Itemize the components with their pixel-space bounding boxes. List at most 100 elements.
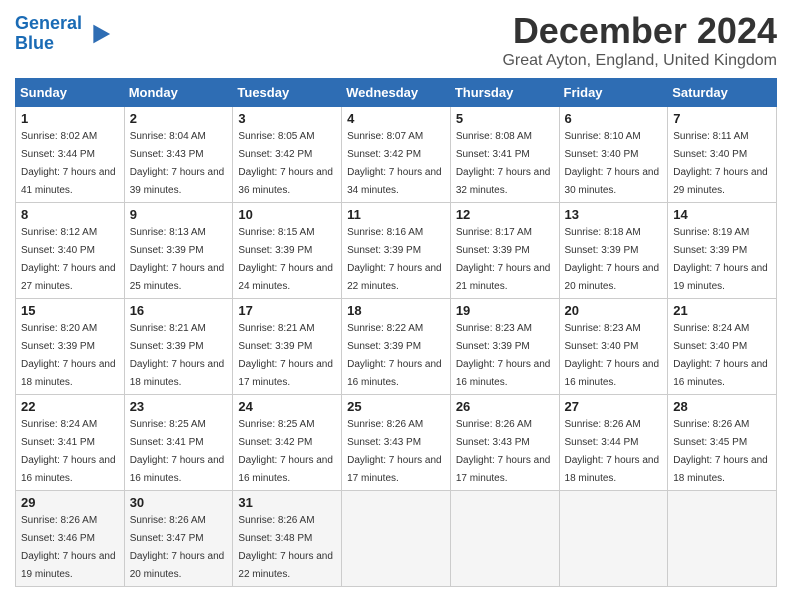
calendar-header-row: SundayMondayTuesdayWednesdayThursdayFrid… — [16, 79, 777, 107]
day-info: Sunrise: 8:12 AMSunset: 3:40 PMDaylight:… — [21, 227, 116, 292]
logo-icon — [84, 20, 112, 48]
day-info: Sunrise: 8:19 AMSunset: 3:39 PMDaylight:… — [673, 227, 768, 292]
calendar-cell — [559, 491, 668, 587]
calendar-cell: 15 Sunrise: 8:20 AMSunset: 3:39 PMDaylig… — [16, 299, 125, 395]
day-number: 26 — [456, 399, 554, 414]
day-info: Sunrise: 8:26 AMSunset: 3:45 PMDaylight:… — [673, 419, 768, 484]
calendar-body: 1 Sunrise: 8:02 AMSunset: 3:44 PMDayligh… — [16, 107, 777, 587]
calendar-cell: 22 Sunrise: 8:24 AMSunset: 3:41 PMDaylig… — [16, 395, 125, 491]
day-number: 27 — [565, 399, 663, 414]
day-info: Sunrise: 8:15 AMSunset: 3:39 PMDaylight:… — [238, 227, 333, 292]
day-header-friday: Friday — [559, 79, 668, 107]
week-row-4: 22 Sunrise: 8:24 AMSunset: 3:41 PMDaylig… — [16, 395, 777, 491]
day-number: 20 — [565, 303, 663, 318]
location: Great Ayton, England, United Kingdom — [502, 52, 777, 70]
calendar-cell: 19 Sunrise: 8:23 AMSunset: 3:39 PMDaylig… — [450, 299, 559, 395]
calendar-cell: 31 Sunrise: 8:26 AMSunset: 3:48 PMDaylig… — [233, 491, 342, 587]
day-info: Sunrise: 8:26 AMSunset: 3:48 PMDaylight:… — [238, 515, 333, 580]
title-area: December 2024 Great Ayton, England, Unit… — [502, 10, 777, 70]
logo: General Blue — [15, 14, 112, 54]
logo-line2: Blue — [15, 33, 54, 53]
calendar-cell: 4 Sunrise: 8:07 AMSunset: 3:42 PMDayligh… — [342, 107, 451, 203]
day-number: 15 — [21, 303, 119, 318]
day-number: 13 — [565, 207, 663, 222]
day-info: Sunrise: 8:16 AMSunset: 3:39 PMDaylight:… — [347, 227, 442, 292]
day-info: Sunrise: 8:26 AMSunset: 3:43 PMDaylight:… — [347, 419, 442, 484]
day-number: 8 — [21, 207, 119, 222]
day-info: Sunrise: 8:17 AMSunset: 3:39 PMDaylight:… — [456, 227, 551, 292]
day-header-sunday: Sunday — [16, 79, 125, 107]
day-info: Sunrise: 8:25 AMSunset: 3:41 PMDaylight:… — [130, 419, 225, 484]
calendar-cell: 7 Sunrise: 8:11 AMSunset: 3:40 PMDayligh… — [668, 107, 777, 203]
day-number: 29 — [21, 495, 119, 510]
day-info: Sunrise: 8:23 AMSunset: 3:39 PMDaylight:… — [456, 323, 551, 388]
day-number: 5 — [456, 111, 554, 126]
calendar-cell: 17 Sunrise: 8:21 AMSunset: 3:39 PMDaylig… — [233, 299, 342, 395]
day-info: Sunrise: 8:26 AMSunset: 3:43 PMDaylight:… — [456, 419, 551, 484]
calendar-cell: 21 Sunrise: 8:24 AMSunset: 3:40 PMDaylig… — [668, 299, 777, 395]
day-info: Sunrise: 8:26 AMSunset: 3:44 PMDaylight:… — [565, 419, 660, 484]
calendar-cell: 1 Sunrise: 8:02 AMSunset: 3:44 PMDayligh… — [16, 107, 125, 203]
calendar-cell: 11 Sunrise: 8:16 AMSunset: 3:39 PMDaylig… — [342, 203, 451, 299]
calendar-cell: 3 Sunrise: 8:05 AMSunset: 3:42 PMDayligh… — [233, 107, 342, 203]
calendar-cell: 12 Sunrise: 8:17 AMSunset: 3:39 PMDaylig… — [450, 203, 559, 299]
day-number: 1 — [21, 111, 119, 126]
day-info: Sunrise: 8:05 AMSunset: 3:42 PMDaylight:… — [238, 131, 333, 196]
calendar-cell: 5 Sunrise: 8:08 AMSunset: 3:41 PMDayligh… — [450, 107, 559, 203]
day-number: 3 — [238, 111, 336, 126]
day-number: 31 — [238, 495, 336, 510]
day-number: 19 — [456, 303, 554, 318]
calendar-cell: 23 Sunrise: 8:25 AMSunset: 3:41 PMDaylig… — [124, 395, 233, 491]
day-number: 9 — [130, 207, 228, 222]
week-row-2: 8 Sunrise: 8:12 AMSunset: 3:40 PMDayligh… — [16, 203, 777, 299]
day-number: 16 — [130, 303, 228, 318]
day-info: Sunrise: 8:11 AMSunset: 3:40 PMDaylight:… — [673, 131, 768, 196]
day-number: 24 — [238, 399, 336, 414]
day-info: Sunrise: 8:02 AMSunset: 3:44 PMDaylight:… — [21, 131, 116, 196]
calendar-cell: 16 Sunrise: 8:21 AMSunset: 3:39 PMDaylig… — [124, 299, 233, 395]
day-header-monday: Monday — [124, 79, 233, 107]
calendar-cell: 25 Sunrise: 8:26 AMSunset: 3:43 PMDaylig… — [342, 395, 451, 491]
calendar-cell: 24 Sunrise: 8:25 AMSunset: 3:42 PMDaylig… — [233, 395, 342, 491]
day-number: 23 — [130, 399, 228, 414]
day-info: Sunrise: 8:26 AMSunset: 3:47 PMDaylight:… — [130, 515, 225, 580]
day-header-saturday: Saturday — [668, 79, 777, 107]
day-info: Sunrise: 8:08 AMSunset: 3:41 PMDaylight:… — [456, 131, 551, 196]
day-info: Sunrise: 8:24 AMSunset: 3:41 PMDaylight:… — [21, 419, 116, 484]
day-info: Sunrise: 8:18 AMSunset: 3:39 PMDaylight:… — [565, 227, 660, 292]
calendar-cell — [450, 491, 559, 587]
calendar-table: SundayMondayTuesdayWednesdayThursdayFrid… — [15, 78, 777, 587]
day-number: 11 — [347, 207, 445, 222]
day-info: Sunrise: 8:24 AMSunset: 3:40 PMDaylight:… — [673, 323, 768, 388]
calendar-cell: 28 Sunrise: 8:26 AMSunset: 3:45 PMDaylig… — [668, 395, 777, 491]
calendar-cell: 18 Sunrise: 8:22 AMSunset: 3:39 PMDaylig… — [342, 299, 451, 395]
week-row-1: 1 Sunrise: 8:02 AMSunset: 3:44 PMDayligh… — [16, 107, 777, 203]
calendar-cell: 20 Sunrise: 8:23 AMSunset: 3:40 PMDaylig… — [559, 299, 668, 395]
day-number: 6 — [565, 111, 663, 126]
day-number: 21 — [673, 303, 771, 318]
day-info: Sunrise: 8:04 AMSunset: 3:43 PMDaylight:… — [130, 131, 225, 196]
day-info: Sunrise: 8:22 AMSunset: 3:39 PMDaylight:… — [347, 323, 442, 388]
week-row-5: 29 Sunrise: 8:26 AMSunset: 3:46 PMDaylig… — [16, 491, 777, 587]
day-header-wednesday: Wednesday — [342, 79, 451, 107]
calendar-cell — [668, 491, 777, 587]
day-info: Sunrise: 8:25 AMSunset: 3:42 PMDaylight:… — [238, 419, 333, 484]
day-info: Sunrise: 8:23 AMSunset: 3:40 PMDaylight:… — [565, 323, 660, 388]
day-number: 12 — [456, 207, 554, 222]
calendar-cell: 13 Sunrise: 8:18 AMSunset: 3:39 PMDaylig… — [559, 203, 668, 299]
month-title: December 2024 — [502, 10, 777, 52]
day-number: 18 — [347, 303, 445, 318]
day-info: Sunrise: 8:26 AMSunset: 3:46 PMDaylight:… — [21, 515, 116, 580]
day-number: 28 — [673, 399, 771, 414]
calendar-cell — [342, 491, 451, 587]
calendar-cell: 2 Sunrise: 8:04 AMSunset: 3:43 PMDayligh… — [124, 107, 233, 203]
day-info: Sunrise: 8:20 AMSunset: 3:39 PMDaylight:… — [21, 323, 116, 388]
calendar-cell: 9 Sunrise: 8:13 AMSunset: 3:39 PMDayligh… — [124, 203, 233, 299]
day-info: Sunrise: 8:13 AMSunset: 3:39 PMDaylight:… — [130, 227, 225, 292]
logo-line1: General — [15, 13, 82, 33]
calendar-cell: 26 Sunrise: 8:26 AMSunset: 3:43 PMDaylig… — [450, 395, 559, 491]
calendar-cell: 27 Sunrise: 8:26 AMSunset: 3:44 PMDaylig… — [559, 395, 668, 491]
calendar-cell: 14 Sunrise: 8:19 AMSunset: 3:39 PMDaylig… — [668, 203, 777, 299]
day-number: 4 — [347, 111, 445, 126]
day-header-tuesday: Tuesday — [233, 79, 342, 107]
